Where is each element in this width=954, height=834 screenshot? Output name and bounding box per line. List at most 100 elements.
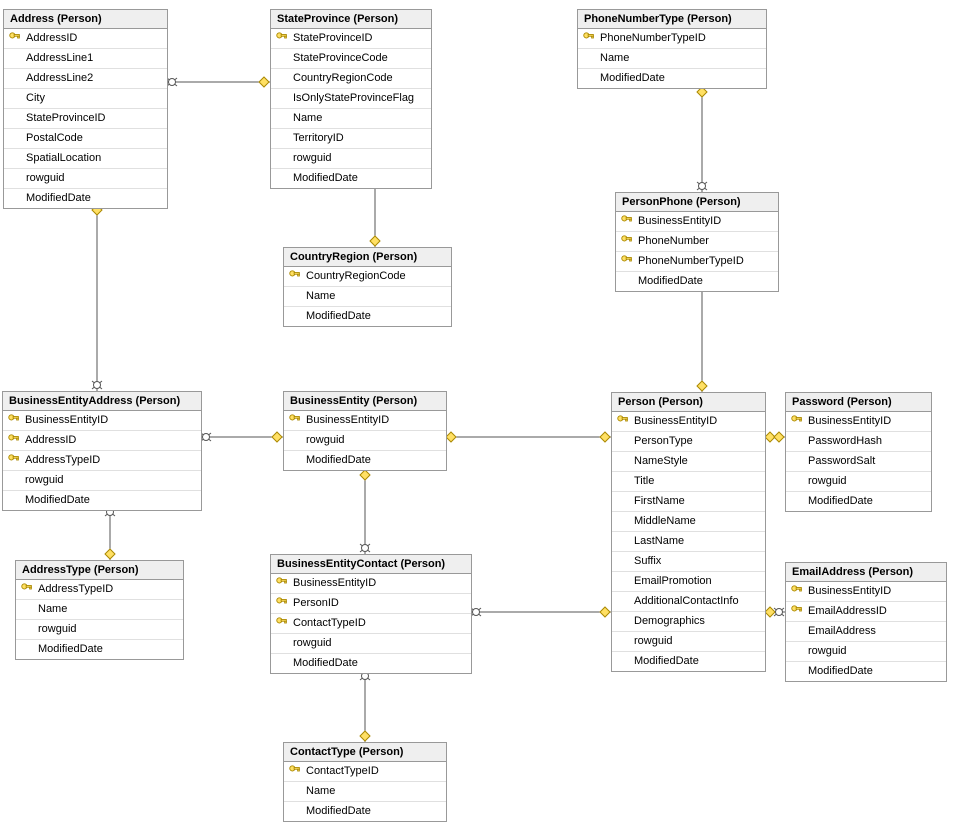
table-contacttype[interactable]: ContactType (Person) ContactTypeIDNameMo… bbox=[283, 742, 447, 822]
column-row[interactable]: PostalCode bbox=[4, 129, 167, 149]
column-row[interactable]: AddressID bbox=[4, 29, 167, 49]
column-row[interactable]: ContactTypeID bbox=[284, 762, 446, 782]
column-row[interactable]: Name bbox=[284, 782, 446, 802]
column-name: StateProvinceID bbox=[26, 112, 105, 124]
column-row[interactable]: rowguid bbox=[786, 642, 946, 662]
column-name: Name bbox=[306, 785, 335, 797]
column-row[interactable]: rowguid bbox=[3, 471, 201, 491]
column-row[interactable]: EmailAddress bbox=[786, 622, 946, 642]
column-row[interactable]: CountryRegionCode bbox=[271, 69, 431, 89]
column-row[interactable]: FirstName bbox=[612, 492, 765, 512]
column-row[interactable]: rowguid bbox=[16, 620, 183, 640]
column-row[interactable]: ModifiedDate bbox=[3, 491, 201, 510]
table-columns: CountryRegionCodeNameModifiedDate bbox=[284, 267, 451, 326]
column-row[interactable]: TerritoryID bbox=[271, 129, 431, 149]
column-row[interactable]: AdditionalContactInfo bbox=[612, 592, 765, 612]
column-row[interactable]: Title bbox=[612, 472, 765, 492]
column-row[interactable]: NameStyle bbox=[612, 452, 765, 472]
column-name: Suffix bbox=[634, 555, 661, 567]
column-row[interactable]: StateProvinceCode bbox=[271, 49, 431, 69]
table-businessentitycontact[interactable]: BusinessEntityContact (Person) BusinessE… bbox=[270, 554, 472, 674]
column-name: AddressTypeID bbox=[25, 454, 100, 466]
column-row[interactable]: Name bbox=[578, 49, 766, 69]
column-row[interactable]: PersonID bbox=[271, 594, 471, 614]
column-row[interactable]: PhoneNumberTypeID bbox=[616, 252, 778, 272]
column-row[interactable]: City bbox=[4, 89, 167, 109]
column-row[interactable]: rowguid bbox=[271, 149, 431, 169]
column-row[interactable]: EmailAddressID bbox=[786, 602, 946, 622]
column-row[interactable]: rowguid bbox=[612, 632, 765, 652]
key-icon bbox=[8, 31, 22, 45]
column-name: StateProvinceCode bbox=[293, 52, 388, 64]
column-row[interactable]: BusinessEntityID bbox=[271, 574, 471, 594]
column-row[interactable]: Name bbox=[284, 287, 451, 307]
column-name: ModifiedDate bbox=[293, 172, 358, 184]
column-row[interactable]: Demographics bbox=[612, 612, 765, 632]
column-row[interactable]: Name bbox=[271, 109, 431, 129]
table-header: BusinessEntityAddress (Person) bbox=[3, 392, 201, 411]
column-row[interactable]: BusinessEntityID bbox=[786, 412, 931, 432]
column-row[interactable]: MiddleName bbox=[612, 512, 765, 532]
column-row[interactable]: ModifiedDate bbox=[616, 272, 778, 291]
column-row[interactable]: PasswordSalt bbox=[786, 452, 931, 472]
column-row[interactable]: ModifiedDate bbox=[612, 652, 765, 671]
table-stateprovince[interactable]: StateProvince (Person) StateProvinceIDSt… bbox=[270, 9, 432, 189]
column-row[interactable]: ModifiedDate bbox=[786, 662, 946, 681]
column-row[interactable]: CountryRegionCode bbox=[284, 267, 451, 287]
table-password[interactable]: Password (Person) BusinessEntityIDPasswo… bbox=[785, 392, 932, 512]
table-businessentityaddress[interactable]: BusinessEntityAddress (Person) BusinessE… bbox=[2, 391, 202, 511]
table-person[interactable]: Person (Person) BusinessEntityIDPersonTy… bbox=[611, 392, 766, 672]
column-row[interactable]: rowguid bbox=[271, 634, 471, 654]
column-row[interactable]: BusinessEntityID bbox=[786, 582, 946, 602]
column-row[interactable]: Suffix bbox=[612, 552, 765, 572]
table-businessentity[interactable]: BusinessEntity (Person) BusinessEntityID… bbox=[283, 391, 447, 471]
column-row[interactable]: ModifiedDate bbox=[271, 654, 471, 673]
column-row[interactable]: StateProvinceID bbox=[4, 109, 167, 129]
table-addresstype[interactable]: AddressType (Person) AddressTypeIDNamero… bbox=[15, 560, 184, 660]
column-name: rowguid bbox=[634, 635, 673, 647]
column-row[interactable]: ModifiedDate bbox=[578, 69, 766, 88]
column-row[interactable]: BusinessEntityID bbox=[3, 411, 201, 431]
column-row[interactable]: AddressTypeID bbox=[16, 580, 183, 600]
column-row[interactable]: ModifiedDate bbox=[284, 451, 446, 470]
column-row[interactable]: AddressTypeID bbox=[3, 451, 201, 471]
table-header: BusinessEntityContact (Person) bbox=[271, 555, 471, 574]
key-icon bbox=[7, 453, 21, 467]
column-row[interactable]: EmailPromotion bbox=[612, 572, 765, 592]
column-row[interactable]: IsOnlyStateProvinceFlag bbox=[271, 89, 431, 109]
column-row[interactable]: ModifiedDate bbox=[284, 802, 446, 821]
column-row[interactable]: BusinessEntityID bbox=[616, 212, 778, 232]
column-row[interactable]: ContactTypeID bbox=[271, 614, 471, 634]
table-countryregion[interactable]: CountryRegion (Person) CountryRegionCode… bbox=[283, 247, 452, 327]
column-row[interactable]: ModifiedDate bbox=[16, 640, 183, 659]
column-row[interactable]: BusinessEntityID bbox=[612, 412, 765, 432]
column-row[interactable]: rowguid bbox=[4, 169, 167, 189]
column-row[interactable]: PersonType bbox=[612, 432, 765, 452]
column-row[interactable]: Name bbox=[16, 600, 183, 620]
column-row[interactable]: LastName bbox=[612, 532, 765, 552]
column-row[interactable]: PasswordHash bbox=[786, 432, 931, 452]
column-name: ModifiedDate bbox=[306, 805, 371, 817]
column-row[interactable]: rowguid bbox=[786, 472, 931, 492]
column-row[interactable]: ModifiedDate bbox=[284, 307, 451, 326]
table-emailaddress[interactable]: EmailAddress (Person) BusinessEntityIDEm… bbox=[785, 562, 947, 682]
column-row[interactable]: AddressLine1 bbox=[4, 49, 167, 69]
column-name: BusinessEntityID bbox=[306, 414, 389, 426]
key-icon bbox=[790, 414, 804, 428]
column-row[interactable]: rowguid bbox=[284, 431, 446, 451]
column-row[interactable]: ModifiedDate bbox=[4, 189, 167, 208]
column-row[interactable]: AddressLine2 bbox=[4, 69, 167, 89]
column-row[interactable]: BusinessEntityID bbox=[284, 411, 446, 431]
table-personphone[interactable]: PersonPhone (Person) BusinessEntityIDPho… bbox=[615, 192, 779, 292]
column-row[interactable]: AddressID bbox=[3, 431, 201, 451]
column-name: BusinessEntityID bbox=[808, 585, 891, 597]
column-row[interactable]: ModifiedDate bbox=[786, 492, 931, 511]
column-row[interactable]: StateProvinceID bbox=[271, 29, 431, 49]
column-row[interactable]: SpatialLocation bbox=[4, 149, 167, 169]
column-row[interactable]: PhoneNumber bbox=[616, 232, 778, 252]
column-row[interactable]: ModifiedDate bbox=[271, 169, 431, 188]
column-name: Title bbox=[634, 475, 654, 487]
column-row[interactable]: PhoneNumberTypeID bbox=[578, 29, 766, 49]
table-phonenumbertype[interactable]: PhoneNumberType (Person) PhoneNumberType… bbox=[577, 9, 767, 89]
table-address[interactable]: Address (Person) AddressIDAddressLine1Ad… bbox=[3, 9, 168, 209]
